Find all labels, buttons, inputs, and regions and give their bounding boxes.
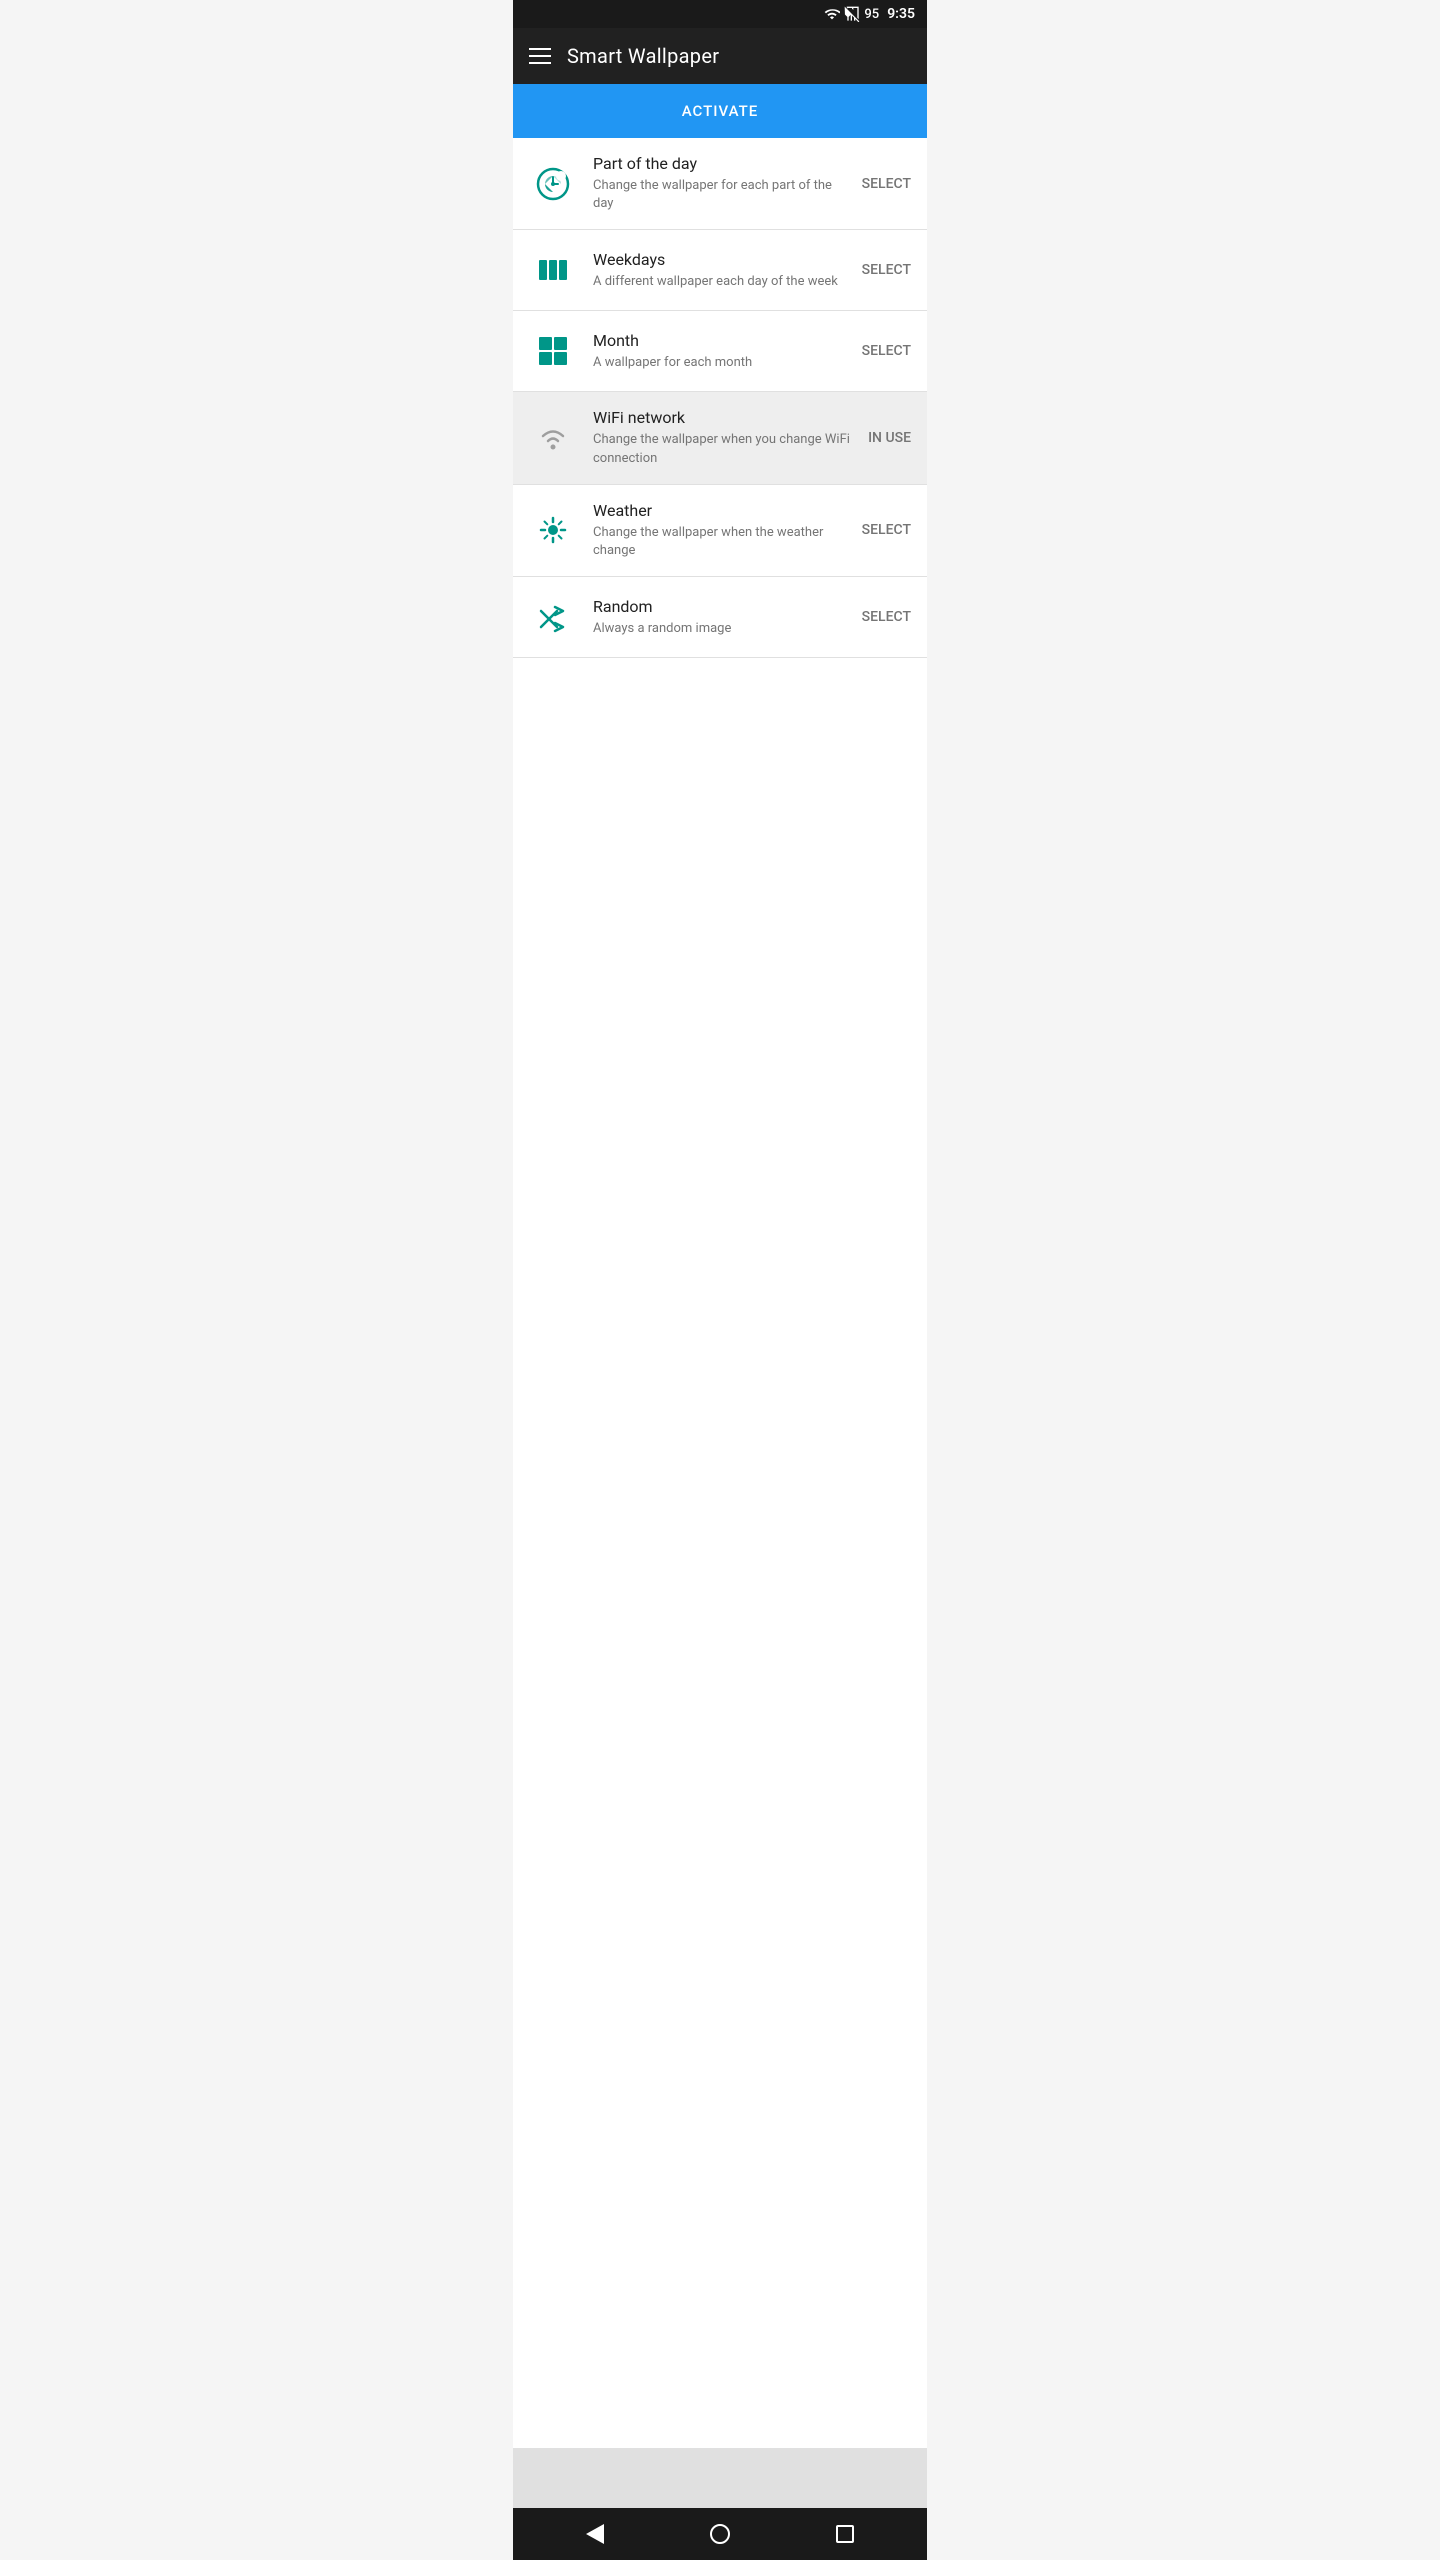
month-icon xyxy=(535,333,571,369)
app-bar: Smart Wallpaper xyxy=(513,28,927,84)
status-icons: 95 9:35 xyxy=(824,6,915,22)
home-button[interactable] xyxy=(702,2516,738,2552)
random-icon xyxy=(535,599,571,635)
list-item-weather[interactable]: Weather Change the wallpaper when the we… xyxy=(513,485,927,577)
part-of-day-icon-container xyxy=(529,160,577,208)
recents-icon xyxy=(836,2525,854,2543)
part-of-day-content: Part of the day Change the wallpaper for… xyxy=(593,154,850,213)
random-select[interactable]: SELECT xyxy=(862,609,911,625)
home-icon xyxy=(710,2524,730,2544)
menu-button[interactable] xyxy=(529,48,551,64)
wifi-in-use: IN USE xyxy=(868,430,911,446)
weekdays-icon-container xyxy=(529,246,577,294)
weekdays-title: Weekdays xyxy=(593,250,850,269)
random-content: Random Always a random image xyxy=(593,597,850,638)
bottom-area xyxy=(513,2448,927,2508)
list-item-random[interactable]: Random Always a random image SELECT xyxy=(513,577,927,658)
month-icon-container xyxy=(529,327,577,375)
back-button[interactable] xyxy=(577,2516,613,2552)
weekdays-select[interactable]: SELECT xyxy=(862,262,911,278)
weather-title: Weather xyxy=(593,501,850,520)
weekdays-content: Weekdays A different wallpaper each day … xyxy=(593,250,850,291)
wifi-icon xyxy=(535,420,571,456)
random-desc: Always a random image xyxy=(593,620,850,638)
month-select[interactable]: SELECT xyxy=(862,343,911,359)
list-item-month[interactable]: Month A wallpaper for each month SELECT xyxy=(513,311,927,392)
status-bar: 95 9:35 xyxy=(513,0,927,28)
part-of-day-select[interactable]: SELECT xyxy=(862,176,911,192)
list-item-part-of-day[interactable]: Part of the day Change the wallpaper for… xyxy=(513,138,927,230)
recents-button[interactable] xyxy=(827,2516,863,2552)
wifi-title: WiFi network xyxy=(593,408,856,427)
content-list: Part of the day Change the wallpaper for… xyxy=(513,138,927,2448)
wifi-content: WiFi network Change the wallpaper when y… xyxy=(593,408,856,467)
part-of-day-title: Part of the day xyxy=(593,154,850,173)
weather-desc: Change the wallpaper when the weather ch… xyxy=(593,524,850,560)
month-desc: A wallpaper for each month xyxy=(593,354,850,372)
random-title: Random xyxy=(593,597,850,616)
weekdays-icon xyxy=(535,252,571,288)
weather-select[interactable]: SELECT xyxy=(862,522,911,538)
back-icon xyxy=(586,2524,604,2544)
signal-icon xyxy=(844,6,860,22)
wifi-icon-container xyxy=(529,414,577,462)
month-title: Month xyxy=(593,331,850,350)
clock-icon xyxy=(535,166,571,202)
weekdays-desc: A different wallpaper each day of the we… xyxy=(593,273,850,291)
month-content: Month A wallpaper for each month xyxy=(593,331,850,372)
time-display: 9:35 xyxy=(887,6,915,22)
list-item-wifi[interactable]: WiFi network Change the wallpaper when y… xyxy=(513,392,927,484)
random-icon-container xyxy=(529,593,577,641)
navigation-bar xyxy=(513,2508,927,2560)
part-of-day-desc: Change the wallpaper for each part of th… xyxy=(593,177,850,213)
wifi-status-icon xyxy=(824,6,840,22)
battery-level: 95 xyxy=(864,7,879,22)
wifi-desc: Change the wallpaper when you change WiF… xyxy=(593,431,856,467)
weather-content: Weather Change the wallpaper when the we… xyxy=(593,501,850,560)
activate-button[interactable]: ACTIVATE xyxy=(513,84,927,138)
weather-icon-container xyxy=(529,506,577,554)
app-title: Smart Wallpaper xyxy=(567,44,719,68)
weather-icon xyxy=(535,512,571,548)
list-item-weekdays[interactable]: Weekdays A different wallpaper each day … xyxy=(513,230,927,311)
